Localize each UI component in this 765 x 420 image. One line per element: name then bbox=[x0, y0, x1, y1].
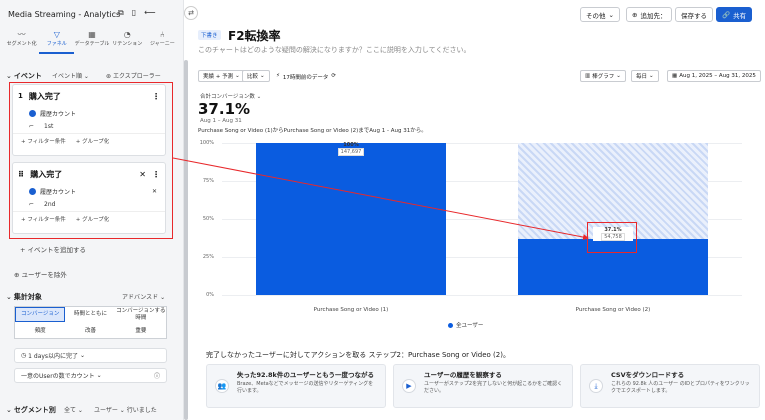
back-icon[interactable]: ⟵ bbox=[144, 8, 155, 18]
more-options-button[interactable]: その他 ⌄ bbox=[580, 7, 620, 22]
download-csv-card[interactable]: ⤓ CSVをダウンロードする これらの 92.8k 人のユーザー のIDとプロパティ… bbox=[580, 364, 760, 408]
info-icon[interactable]: ⓘ bbox=[154, 371, 160, 380]
highlight-box-step2 bbox=[587, 222, 637, 253]
bolt-icon: ⚡ bbox=[276, 73, 280, 79]
option-over-time[interactable]: 時間とともに bbox=[65, 307, 115, 322]
chevron-down-icon: ⌄ bbox=[6, 293, 12, 301]
copy-icon[interactable]: ⧉ bbox=[118, 8, 124, 18]
y-tick-label: 75% bbox=[202, 178, 214, 184]
conversion-window-dropdown[interactable]: ◷ 1 days以内に完了 ⌄ bbox=[14, 348, 167, 363]
chart-title[interactable]: F2転換率 bbox=[228, 27, 281, 44]
add-to-button[interactable]: ⊕ 追加先： bbox=[626, 7, 673, 22]
segment-section-title[interactable]: ⌄ セグメント別 bbox=[6, 405, 56, 415]
y-tick-label: 100% bbox=[199, 140, 214, 146]
y-tick-label: 25% bbox=[202, 254, 214, 260]
option-frequency[interactable]: 頻度 bbox=[15, 322, 65, 340]
legend-swatch bbox=[448, 322, 453, 328]
events-section-title[interactable]: ⌄ イベント bbox=[6, 71, 42, 81]
tab-segmentation[interactable]: 〰セグメント化 bbox=[4, 30, 39, 54]
funnel-icon: ▽ bbox=[53, 30, 60, 39]
highlight-box-events bbox=[9, 82, 173, 239]
chart-legend[interactable]: 全ユーザー bbox=[448, 321, 483, 329]
clock-icon: ◷ bbox=[21, 352, 27, 359]
option-conversion[interactable]: コンバージョン bbox=[15, 307, 66, 322]
panel-scrollbar[interactable] bbox=[184, 60, 188, 420]
bar-data-label: 100% 147,697 bbox=[331, 142, 371, 156]
app-title: Media Streaming - Analytics bbox=[8, 10, 121, 19]
chevron-down-icon: ⌄ bbox=[6, 406, 12, 414]
x-category-label: Purchase Song or Video (1) bbox=[313, 307, 389, 313]
compare-dropdown[interactable]: 比較 ⌄ bbox=[242, 70, 270, 82]
link-icon: 🔗 bbox=[722, 10, 731, 19]
explorer-button[interactable]: ⊛ エクスプローラー bbox=[106, 71, 161, 80]
tab-funnel[interactable]: ▽ ファネル bbox=[39, 30, 75, 54]
plus-icon: ⊕ bbox=[632, 10, 638, 19]
panel-top-icons: ⧉ ▯ ⟵ bbox=[118, 8, 156, 18]
play-icon: ▶ bbox=[402, 379, 416, 393]
exclude-icon: ⊕ bbox=[14, 271, 20, 279]
bar-count: 147,697 bbox=[337, 148, 365, 156]
explorer-icon: ⊛ bbox=[106, 73, 112, 80]
segment-all-dropdown[interactable]: 全て ⌄ bbox=[64, 405, 83, 414]
exclude-users-button[interactable]: ⊕ ユーザーを除外 bbox=[14, 269, 67, 279]
users-icon: 👥 bbox=[215, 379, 229, 393]
y-tick-label: 0% bbox=[206, 292, 214, 298]
summary-sentence: Purchase Song or Video (1)からPurchase Son… bbox=[198, 128, 427, 134]
bar-chart-icon: ▥ bbox=[585, 73, 591, 79]
chart-area: その他 ⌄ ⊕ 追加先： 保存する 🔗 共有 下書き F2転換率 このチャートはどの… bbox=[190, 0, 765, 420]
measure-options: コンバージョン 時間とともに コンバージョンする時間 頻度 改善 重要 bbox=[14, 306, 167, 339]
action-section-title: 完了しなかったユーザーに対してアクションを取る ステップ2：Purchase S… bbox=[206, 351, 510, 359]
interval-dropdown[interactable]: 毎日 ⌄ bbox=[631, 70, 659, 82]
event-order-dropdown[interactable]: イベント順 ⌄ bbox=[52, 71, 89, 80]
chart-description[interactable]: このチャートはどのような疑問の解決になりますか？ここに説明を入力してください。 bbox=[198, 45, 471, 55]
segment-users-dropdown[interactable]: ユーザー ⌄ 行いました bbox=[94, 405, 157, 414]
chart-type-dropdown[interactable]: ▥ 棒グラフ ⌄ bbox=[580, 70, 626, 82]
retention-icon: ◔ bbox=[123, 30, 131, 39]
advanced-dropdown[interactable]: アドバンスド ⌄ bbox=[122, 292, 165, 301]
bookmark-icon[interactable]: ▯ bbox=[132, 8, 136, 18]
view-user-history-card[interactable]: ▶ ユーザーの履歴を観察する ユーザーがステップ2を完了しないと何が起こるかをご確認… bbox=[393, 364, 573, 408]
option-importance[interactable]: 重要 bbox=[116, 322, 166, 340]
x-category-label: Purchase Song or Video (2) bbox=[575, 307, 651, 313]
tab-journey[interactable]: ⑃ ジャーニー bbox=[145, 30, 180, 54]
download-icon: ⤓ bbox=[589, 379, 603, 393]
analysis-type-toolbar: 〰セグメント化 ▽ ファネル ▦ データテーブル ◔ リテンション ⑃ ジャーニー bbox=[4, 30, 180, 54]
draft-badge: 下書き bbox=[198, 30, 221, 40]
count-method-dropdown[interactable]: 一意のUserの数でカウント ⌄ ⓘ bbox=[14, 368, 167, 383]
option-time-to-convert[interactable]: コンバージョンする時間 bbox=[116, 307, 166, 322]
gridline bbox=[222, 295, 742, 296]
share-button[interactable]: 🔗 共有 bbox=[716, 7, 753, 22]
legend-series-name: 全ユーザー bbox=[456, 323, 484, 329]
conversion-bar[interactable] bbox=[256, 143, 446, 295]
journey-icon: ⑃ bbox=[160, 30, 165, 39]
tab-data-table[interactable]: ▦ データテーブル bbox=[74, 30, 110, 54]
summary-date-range: Aug 1 – Aug 31 bbox=[200, 118, 242, 124]
query-panel: Media Streaming - Analytics ⧉ ▯ ⟵ 〰セグメント… bbox=[0, 0, 184, 420]
option-improvement[interactable]: 改善 bbox=[65, 322, 115, 340]
table-icon: ▦ bbox=[88, 30, 96, 39]
add-event-button[interactable]: + イベントを追加する bbox=[20, 244, 86, 254]
conversion-value: 37.1% bbox=[198, 100, 251, 118]
date-range-picker[interactable]: ▦ Aug 1, 2025 – Aug 31, 2025 bbox=[667, 70, 761, 82]
refresh-icon[interactable]: ⟳ bbox=[331, 73, 336, 81]
y-tick-label: 50% bbox=[202, 216, 214, 222]
trend-icon: 〰 bbox=[17, 30, 26, 39]
measure-section-title[interactable]: ⌄ 集計対象 bbox=[6, 292, 42, 302]
save-button[interactable]: 保存する bbox=[675, 7, 713, 22]
actual-forecast-dropdown[interactable]: 実績 + 予測 ⌄ bbox=[198, 70, 245, 82]
calendar-icon: ▦ bbox=[672, 73, 678, 79]
metric-dropdown[interactable]: 合計コンバージョン数 ⌄ bbox=[200, 92, 261, 100]
tab-retention[interactable]: ◔ リテンション bbox=[110, 30, 145, 54]
reconnect-users-card[interactable]: 👥 失った92.8k件のユーザーともう一度つながる Braze、Metaなどでメッセ… bbox=[206, 364, 386, 408]
chevron-down-icon: ⌄ bbox=[6, 72, 12, 80]
data-freshness: ⚡ 17時間前のデータ ⟳ bbox=[276, 73, 336, 81]
